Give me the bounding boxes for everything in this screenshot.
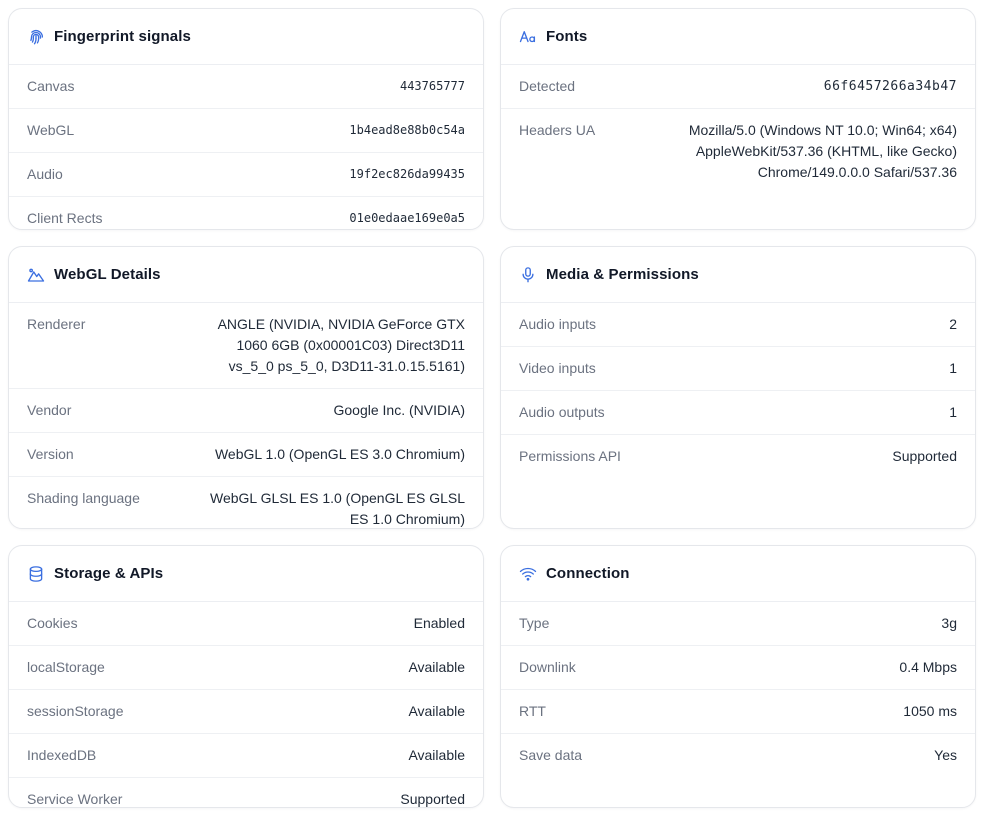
row-localstorage: localStorage Available [9, 646, 483, 690]
row-label: Audio [27, 166, 63, 182]
row-video-inputs: Video inputs 1 [501, 347, 975, 391]
row-label: Service Worker [27, 791, 123, 807]
microphone-icon [519, 266, 537, 284]
row-sessionstorage: sessionStorage Available [9, 690, 483, 734]
row-webgl: WebGL 1b4ead8e88b0c54a [9, 109, 483, 153]
font-icon [519, 28, 537, 46]
row-value: 3g [941, 615, 957, 631]
row-value: Supported [892, 448, 957, 464]
card-title: Fonts [546, 28, 588, 45]
row-value: 19f2ec826da99435 [349, 167, 465, 181]
row-label: Permissions API [519, 448, 621, 464]
card-title: Connection [546, 565, 630, 582]
row-value: Yes [934, 747, 957, 763]
card-title: Media & Permissions [546, 266, 699, 283]
card-title: Fingerprint signals [54, 28, 191, 45]
media-permissions-card: Media & Permissions Audio inputs 2 Video … [500, 246, 976, 529]
card-title: Storage & APIs [54, 565, 164, 582]
card-title: WebGL Details [54, 266, 161, 283]
row-headers-ua: Headers UA Mozilla/5.0 (Windows NT 10.0; … [501, 109, 975, 194]
row-rtt: RTT 1050 ms [501, 690, 975, 734]
card-header: Fingerprint signals [9, 9, 483, 65]
wifi-icon [519, 565, 537, 583]
row-label: Video inputs [519, 360, 596, 376]
webgl-details-card: WebGL Details Renderer ANGLE (NVIDIA, NVI… [8, 246, 484, 529]
connection-card: Connection Type 3g Downlink 0.4 Mbps RTT 10… [500, 545, 976, 808]
row-indexeddb: IndexedDB Available [9, 734, 483, 778]
row-label: localStorage [27, 659, 105, 675]
row-vendor: Vendor Google Inc. (NVIDIA) [9, 389, 483, 433]
fonts-card: Fonts Detected 66f6457266a34b47 Headers U… [500, 8, 976, 230]
row-value: 1 [949, 404, 957, 420]
row-shading-language: Shading language WebGL GLSL ES 1.0 (OpenG… [9, 477, 483, 528]
row-value: 0.4 Mbps [899, 659, 957, 675]
row-value: WebGL GLSL ES 1.0 (OpenGL ES GLSL ES 1.0… [210, 490, 465, 527]
card-header: Fonts [501, 9, 975, 65]
card-header: Media & Permissions [501, 247, 975, 303]
database-icon [27, 565, 45, 583]
row-label: Type [519, 615, 550, 631]
row-audio: Audio 19f2ec826da99435 [9, 153, 483, 197]
card-header: WebGL Details [9, 247, 483, 303]
row-renderer: Renderer ANGLE (NVIDIA, NVIDIA GeForce GT… [9, 303, 483, 389]
row-value: 1050 ms [903, 703, 957, 719]
row-value: 1 [949, 360, 957, 376]
row-value: Mozilla/5.0 (Windows NT 10.0; Win64; x64… [688, 122, 957, 180]
row-label: Shading language [27, 490, 140, 506]
row-label: Save data [519, 747, 583, 763]
row-permissions-api: Permissions API Supported [501, 435, 975, 478]
row-value: 443765777 [399, 79, 465, 93]
fingerprint-signals-card: Fingerprint signals Canvas 443765777 WebG… [8, 8, 484, 230]
row-label: sessionStorage [27, 703, 124, 719]
row-save-data: Save data Yes [501, 734, 975, 777]
mountain-icon [27, 266, 45, 284]
row-downlink: Downlink 0.4 Mbps [501, 646, 975, 690]
row-value: 66f6457266a34b47 [823, 79, 957, 94]
row-label: Detected [519, 78, 576, 94]
row-label: Client Rects [27, 210, 103, 226]
row-cookies: Cookies Enabled [9, 602, 483, 646]
row-value: Available [408, 703, 465, 719]
row-value: ANGLE (NVIDIA, NVIDIA GeForce GTX 1060 6… [217, 316, 465, 374]
row-value: Google Inc. (NVIDIA) [333, 402, 466, 418]
row-value: Enabled [413, 615, 465, 631]
row-value: Supported [400, 791, 465, 807]
row-label: WebGL [27, 122, 75, 138]
row-audio-outputs: Audio outputs 1 [501, 391, 975, 435]
storage-apis-card: Storage & APIs Cookies Enabled localStora… [8, 545, 484, 808]
row-value: WebGL 1.0 (OpenGL ES 3.0 Chromium) [214, 446, 465, 462]
card-header: Storage & APIs [9, 546, 483, 602]
row-label: Version [27, 446, 74, 462]
row-label: Audio outputs [519, 404, 605, 420]
row-label: Canvas [27, 78, 75, 94]
row-canvas: Canvas 443765777 [9, 65, 483, 109]
row-service-worker: Service Worker Supported [9, 778, 483, 807]
row-type: Type 3g [501, 602, 975, 646]
row-version: Version WebGL 1.0 (OpenGL ES 3.0 Chromium… [9, 433, 483, 477]
row-label: IndexedDB [27, 747, 97, 763]
row-label: Cookies [27, 615, 78, 631]
row-value: Available [408, 659, 465, 675]
card-header: Connection [501, 546, 975, 602]
row-value: 01e0edaae169e0a5 [349, 211, 465, 225]
row-label: Downlink [519, 659, 576, 675]
row-label: Headers UA [519, 122, 596, 138]
row-value: 1b4ead8e88b0c54a [349, 123, 465, 137]
row-value: 2 [949, 316, 957, 332]
row-value: Available [408, 747, 465, 763]
row-detected: Detected 66f6457266a34b47 [501, 65, 975, 109]
row-label: Renderer [27, 316, 86, 332]
row-label: Vendor [27, 402, 72, 418]
fingerprint-icon [27, 28, 45, 46]
row-audio-inputs: Audio inputs 2 [501, 303, 975, 347]
row-client-rects: Client Rects 01e0edaae169e0a5 [9, 197, 483, 229]
row-label: Audio inputs [519, 316, 597, 332]
row-label: RTT [519, 703, 546, 719]
